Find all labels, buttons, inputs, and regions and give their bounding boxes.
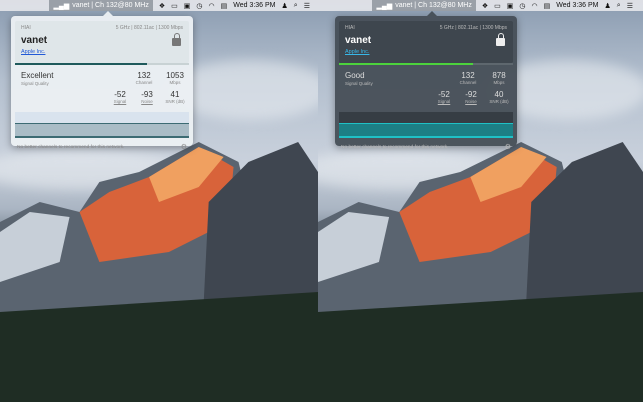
network-header: HIAI 5 GHz | 802.11ac | 1300 Mbps vanet A…	[15, 21, 189, 63]
signal-value: -52	[105, 90, 135, 99]
signal-label[interactable]: Signal	[105, 99, 135, 104]
wifi-menu-label: vanet | Ch 132@80 MHz	[395, 2, 472, 9]
menu-bar: ▂▄▆vanet | Ch 132@80 MHz ❖ ▭ ▣ ◷ ◠ ▤ Wed…	[0, 0, 318, 11]
noise-label[interactable]: Noise	[132, 99, 162, 104]
signal-history-graph	[15, 112, 189, 138]
clock[interactable]: Wed 3:36 PM	[233, 2, 275, 9]
channel-recommendation: No better channels to recommend for this…	[17, 145, 124, 150]
user-icon[interactable]: ♟	[282, 2, 288, 10]
snr-value: 41	[160, 90, 190, 99]
dropbox-icon[interactable]: ❖	[482, 2, 488, 10]
channel-value: 132	[129, 71, 159, 80]
signal-history-graph	[339, 112, 513, 138]
vendor-link[interactable]: Apple Inc.	[345, 49, 369, 55]
channel-recommendation: No better channels to recommend for this…	[341, 145, 448, 150]
signal-label[interactable]: Signal	[429, 99, 459, 104]
flag-icon[interactable]: ▤	[544, 2, 551, 10]
rate-value: 878	[484, 71, 514, 80]
signal-bar-fill	[339, 63, 473, 65]
signal-bar-fill	[15, 63, 147, 65]
signal-bar	[339, 63, 513, 65]
signal-area	[339, 123, 513, 138]
time-machine-icon[interactable]: ◷	[196, 2, 202, 10]
mountain-landscape	[318, 142, 643, 402]
wifi-popover: HIAI 5 GHz | 802.11ac | 1300 Mbps vanet A…	[11, 16, 193, 146]
signal-bars-icon: ▂▄▆	[376, 2, 392, 10]
airplay-icon[interactable]: ▭	[494, 2, 501, 10]
noise-value: -93	[132, 90, 162, 99]
network-header: HIAI 5 GHz | 802.11ac | 1300 Mbps vanet A…	[339, 21, 513, 63]
gear-icon[interactable]: ⚙	[505, 143, 511, 151]
rate-value: 1053	[160, 71, 190, 80]
stats: Good Signal Quality 132Channel 878Mbps -…	[339, 69, 513, 109]
ssid: vanet	[21, 35, 183, 46]
network-label: HIAI	[21, 25, 31, 31]
wifi-icon[interactable]: ◠	[532, 2, 538, 10]
vendor-link[interactable]: Apple Inc.	[21, 49, 45, 55]
search-icon[interactable]: ⌕	[294, 2, 298, 10]
battery-icon[interactable]: ▣	[507, 2, 514, 10]
time-machine-icon[interactable]: ◷	[519, 2, 525, 10]
lock-icon	[172, 38, 181, 46]
snr-label: SNR (dB)	[160, 99, 190, 104]
channel-value: 132	[453, 71, 483, 80]
rate-label: Mbps	[160, 80, 190, 85]
wifi-explorer-menu-item[interactable]: ▂▄▆vanet | Ch 132@80 MHz	[49, 0, 152, 11]
desktop: ▂▄▆vanet | Ch 132@80 MHz ❖ ▭ ▣ ◷ ◠ ▤ Wed…	[318, 0, 643, 402]
ssid: vanet	[345, 35, 507, 46]
noise-value: -92	[456, 90, 486, 99]
airplay-icon[interactable]: ▭	[171, 2, 178, 10]
snr-label: SNR (dB)	[484, 99, 514, 104]
band-info: 5 GHz | 802.11ac | 1300 Mbps	[440, 25, 507, 31]
signal-area	[15, 123, 189, 138]
channel-label: Channel	[129, 80, 159, 85]
snr-value: 40	[484, 90, 514, 99]
signal-bars-icon: ▂▄▆	[53, 2, 69, 10]
wifi-popover: HIAI 5 GHz | 802.11ac | 1300 Mbps vanet A…	[335, 16, 517, 146]
wifi-icon[interactable]: ◠	[209, 2, 215, 10]
signal-quality-label: Signal Quality	[345, 81, 373, 86]
signal-quality-value: Excellent	[21, 71, 53, 80]
dropbox-icon[interactable]: ❖	[159, 2, 165, 10]
channel-label: Channel	[453, 80, 483, 85]
notification-center-icon[interactable]: ☰	[627, 2, 633, 10]
band-info: 5 GHz | 802.11ac | 1300 Mbps	[116, 25, 183, 31]
stats: Excellent Signal Quality 132Channel 1053…	[15, 69, 189, 109]
rate-label: Mbps	[484, 80, 514, 85]
noise-label[interactable]: Noise	[456, 99, 486, 104]
clock[interactable]: Wed 3:36 PM	[556, 2, 598, 9]
wifi-menu-label: vanet | Ch 132@80 MHz	[72, 2, 149, 9]
signal-value: -52	[429, 90, 459, 99]
lock-icon	[496, 38, 505, 46]
user-icon[interactable]: ♟	[605, 2, 611, 10]
menu-bar: ▂▄▆vanet | Ch 132@80 MHz ❖ ▭ ▣ ◷ ◠ ▤ Wed…	[318, 0, 643, 11]
flag-icon[interactable]: ▤	[221, 2, 228, 10]
wifi-explorer-menu-item[interactable]: ▂▄▆vanet | Ch 132@80 MHz	[372, 0, 475, 11]
mountain-landscape	[0, 142, 318, 402]
battery-icon[interactable]: ▣	[184, 2, 191, 10]
notification-center-icon[interactable]: ☰	[304, 2, 310, 10]
signal-bar	[15, 63, 189, 65]
gear-icon[interactable]: ⚙	[181, 143, 187, 151]
search-icon[interactable]: ⌕	[617, 2, 621, 10]
signal-quality-label: Signal Quality	[21, 81, 49, 86]
desktop: ▂▄▆vanet | Ch 132@80 MHz ❖ ▭ ▣ ◷ ◠ ▤ Wed…	[0, 0, 318, 402]
signal-quality-value: Good	[345, 71, 365, 80]
network-label: HIAI	[345, 25, 355, 31]
